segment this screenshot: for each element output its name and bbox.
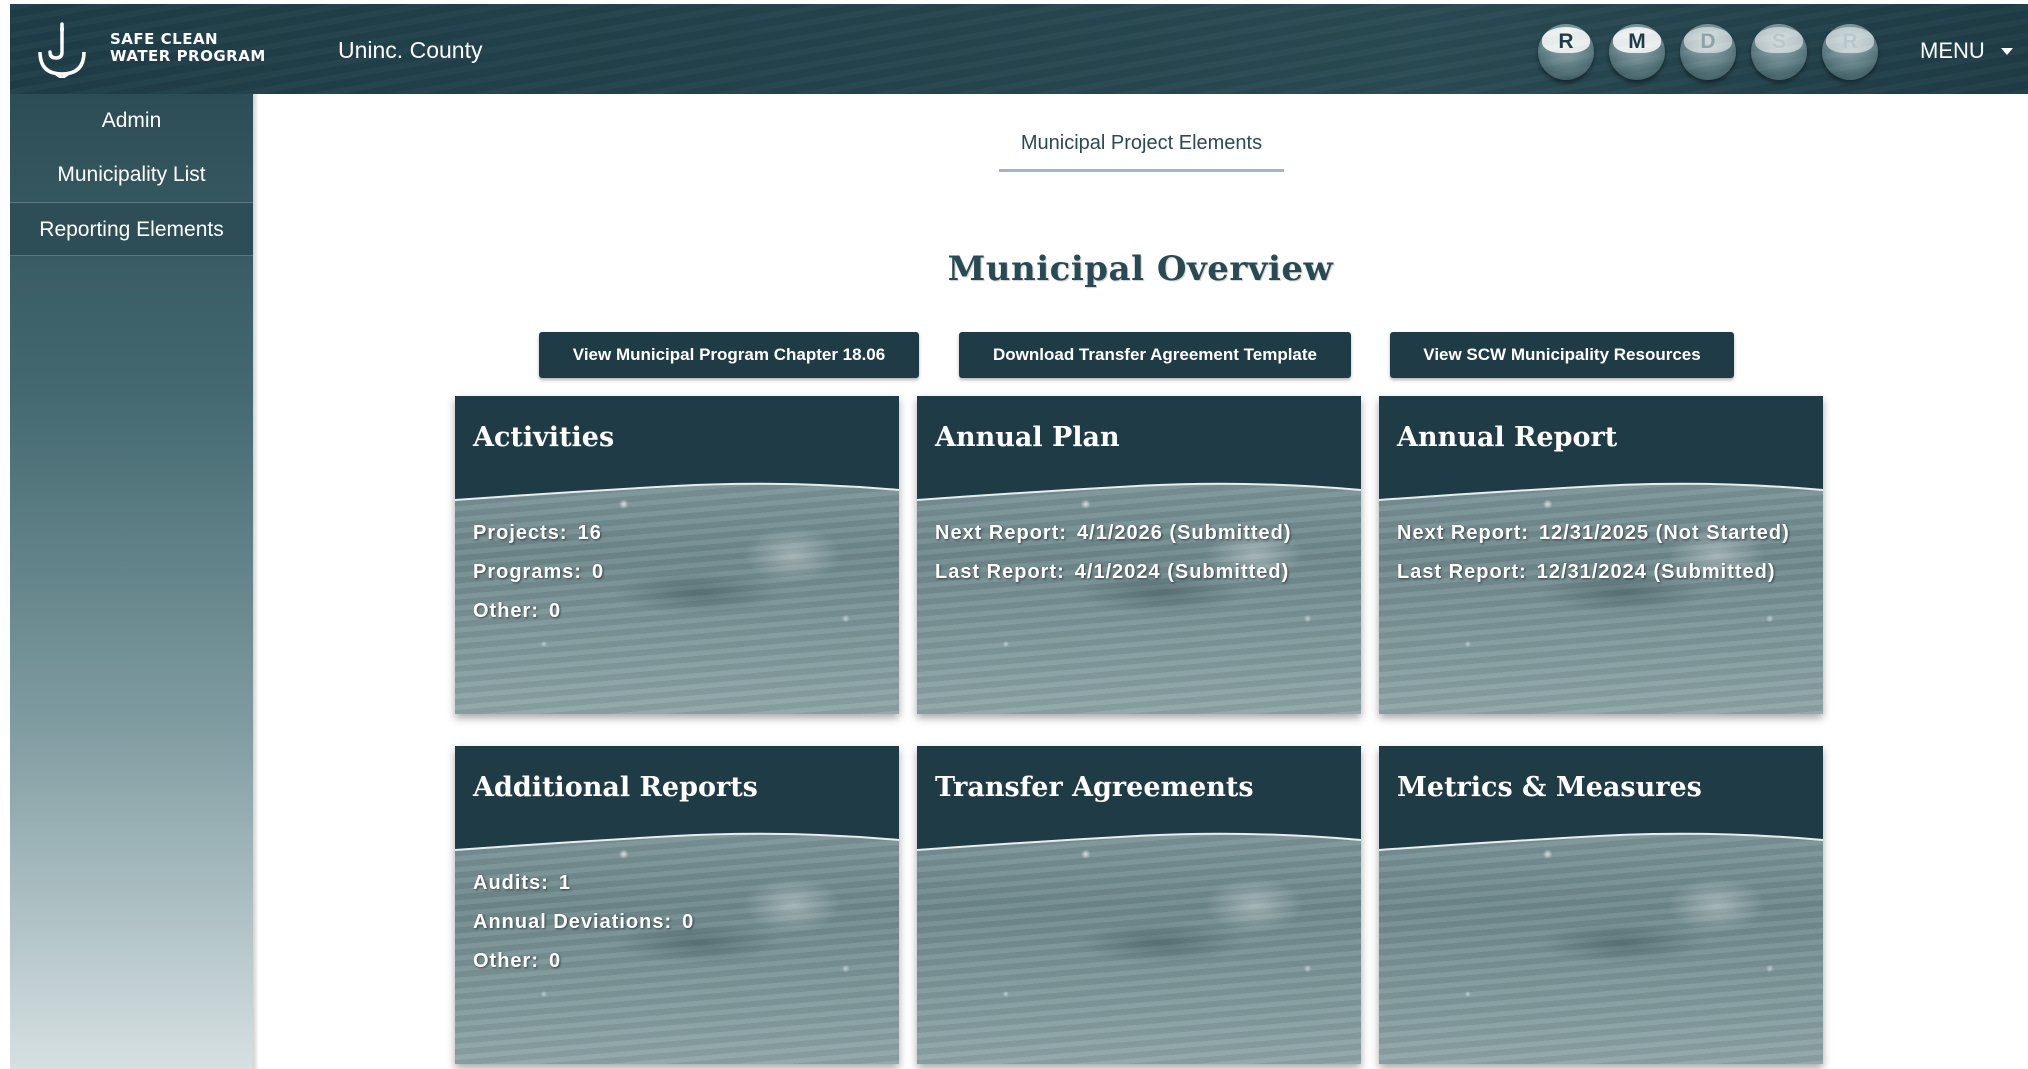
card-header: Annual Plan [917, 396, 1361, 504]
card-header: Metrics & Measures [1379, 746, 1823, 854]
stat-label: Next Report: [935, 522, 1068, 544]
stat-row: Other: 0 [473, 599, 885, 624]
stat-value: 0 [549, 950, 562, 972]
card-header: Activities [455, 396, 899, 504]
stat-label: Other: [473, 950, 539, 972]
stat-row: Annual Deviations: 0 [473, 910, 885, 935]
stat-row: Other: 0 [473, 949, 885, 974]
card-title: Metrics & Measures [1397, 772, 1702, 803]
card-metrics-measures[interactable]: Metrics & Measures [1379, 746, 1823, 1064]
card-annual-plan[interactable]: Annual Plan Next Report: 4/1/2026 (Submit… [917, 396, 1361, 714]
menu-label: MENU [1920, 38, 1985, 63]
stat-row: Audits: 1 [473, 871, 885, 896]
stat-value: 16 [577, 522, 602, 544]
stat-value: 4/1/2024 (Submitted) [1074, 561, 1290, 583]
sidebar-item-admin[interactable]: Admin [10, 94, 253, 148]
card-body: Projects: 16 Programs: 0 Other: 0 [473, 521, 885, 638]
download-transfer-template-button[interactable]: Download Transfer Agreement Template [959, 332, 1351, 378]
card-title: Activities [473, 422, 615, 453]
card-title: Additional Reports [473, 772, 758, 803]
stat-label: Other: [473, 600, 539, 622]
stat-label: Projects: [473, 522, 568, 544]
role-badge-r[interactable]: R [1538, 24, 1594, 80]
card-header: Additional Reports [455, 746, 899, 854]
stat-label: Audits: [473, 872, 549, 894]
role-badge-m[interactable]: M [1609, 24, 1665, 80]
badge-letter: R [1558, 30, 1574, 53]
stat-row: Projects: 16 [473, 521, 885, 546]
caret-down-icon [2000, 47, 2013, 55]
stat-label: Last Report: [1397, 561, 1527, 583]
stat-row: Last Report: 12/31/2024 (Submitted) [1397, 560, 1809, 585]
stat-value: 12/31/2025 (Not Started) [1539, 522, 1790, 544]
view-scw-resources-button[interactable]: View SCW Municipality Resources [1390, 332, 1734, 378]
badge-letter: R [1842, 30, 1858, 53]
card-body: Audits: 1 Annual Deviations: 0 Other: 0 [473, 871, 885, 988]
program-logo-text[interactable]: SAFE CLEAN WATER PROGRAM [110, 31, 266, 65]
badge-letter: M [1628, 30, 1646, 53]
stat-row: Last Report: 4/1/2024 (Submitted) [935, 560, 1347, 585]
sidebar: Admin Municipality List Reporting Elemen… [10, 94, 253, 1069]
stat-label: Annual Deviations: [473, 911, 673, 933]
role-badge-d[interactable]: D [1680, 24, 1736, 80]
role-badge-s[interactable]: S [1751, 24, 1807, 80]
stat-row: Next Report: 12/31/2025 (Not Started) [1397, 521, 1809, 546]
badge-letter: D [1700, 30, 1716, 53]
card-body: Next Report: 4/1/2026 (Submitted) Last Re… [935, 521, 1347, 599]
card-body: Next Report: 12/31/2025 (Not Started) Las… [1397, 521, 1809, 599]
stat-label: Programs: [473, 561, 583, 583]
county-name: Uninc. County [338, 37, 483, 63]
role-badges: R M D S R [1538, 24, 1878, 80]
card-title: Transfer Agreements [935, 772, 1254, 803]
stat-value: 1 [558, 872, 572, 894]
page-title: Municipal Overview [947, 249, 1334, 289]
top-header: SAFE CLEAN WATER PROGRAM Uninc. County R… [10, 4, 2028, 94]
menu-button[interactable]: MENU [1920, 38, 2013, 64]
sidebar-item-reporting-elements[interactable]: Reporting Elements [10, 202, 253, 256]
stat-value: 0 [592, 561, 605, 583]
sidebar-divider [253, 94, 259, 1069]
card-title: Annual Report [1397, 422, 1618, 453]
logo-text-line1: SAFE CLEAN [110, 30, 219, 48]
card-header: Transfer Agreements [917, 746, 1361, 854]
card-header: Annual Report [1379, 396, 1823, 504]
stat-value: 4/1/2026 (Submitted) [1077, 522, 1292, 544]
card-transfer-agreements[interactable]: Transfer Agreements [917, 746, 1361, 1064]
badge-letter: S [1771, 30, 1786, 53]
umbrella-logo-icon[interactable] [36, 22, 88, 80]
tab-municipal-project-elements[interactable]: Municipal Project Elements [999, 132, 1284, 172]
sidebar-item-municipality-list[interactable]: Municipality List [10, 148, 253, 202]
stat-row: Next Report: 4/1/2026 (Submitted) [935, 521, 1347, 546]
stat-label: Next Report: [1397, 522, 1530, 544]
stat-value: 12/31/2024 (Submitted) [1536, 561, 1776, 583]
stat-row: Programs: 0 [473, 560, 885, 585]
view-program-chapter-button[interactable]: View Municipal Program Chapter 18.06 [539, 332, 919, 378]
logo-text-line2: WATER PROGRAM [110, 47, 266, 65]
card-title: Annual Plan [935, 422, 1120, 453]
card-annual-report[interactable]: Annual Report Next Report: 12/31/2025 (No… [1379, 396, 1823, 714]
stat-label: Last Report: [935, 561, 1065, 583]
card-additional-reports[interactable]: Additional Reports Audits: 1 Annual Devia… [455, 746, 899, 1064]
role-badge-r2[interactable]: R [1822, 24, 1878, 80]
card-activities[interactable]: Activities Projects: 16 Programs: 0 Other:… [455, 396, 899, 714]
stat-value: 0 [682, 911, 695, 933]
stat-value: 0 [549, 600, 562, 622]
